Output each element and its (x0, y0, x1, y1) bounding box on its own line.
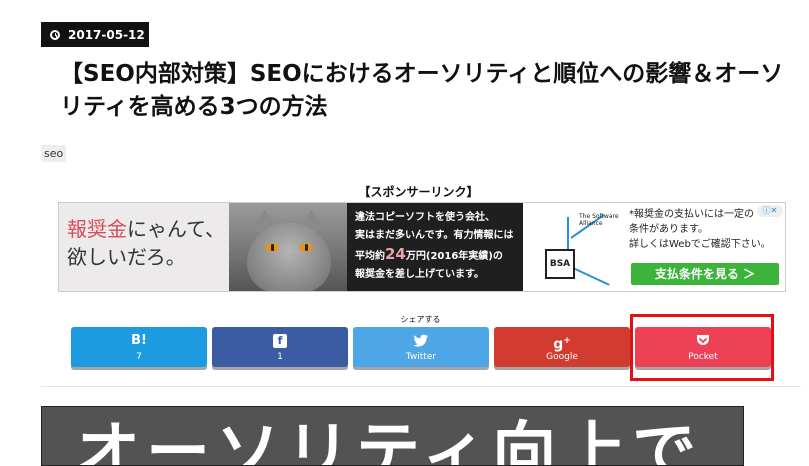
ad-mid-line4: 報奨金を差し上げています。 (355, 269, 484, 280)
ad-headline-red: 報奨金 (67, 217, 127, 241)
bsa-tagline: The Software Alliance (579, 213, 619, 227)
sponsor-label: 【スポンサーリンク】 (358, 185, 479, 199)
share-button-facebook[interactable]: f 1 (212, 327, 348, 367)
pocket-highlight-box (630, 314, 774, 381)
bsa-logo: The Software Alliance BSA (527, 207, 623, 287)
facebook-count: 1 (277, 352, 283, 362)
post-date-badge: 2017-05-12 (41, 22, 149, 47)
ad-right-line3: 詳しくはWebでご確認下さい。 (629, 239, 771, 250)
bsa-logo-text: BSA (545, 249, 575, 279)
share-button-google[interactable]: g+ Google (494, 327, 630, 367)
hatena-icon: B! (131, 333, 147, 348)
adchoices-icon[interactable]: ⓘ✕ (757, 205, 783, 217)
ad-headline-line2: 欲しいだろ。 (67, 245, 186, 269)
google-plus-icon: g+ (553, 336, 571, 353)
divider (41, 386, 801, 387)
ad-cta-button[interactable]: 支払条件を見る ＞ (631, 263, 779, 285)
cat-image (229, 203, 347, 291)
post-title: 【SEO内部対策】SEOにおけるオーソリティと順位への影響＆オーソリティを高める… (60, 61, 784, 120)
ad-headline-rest: にゃんて、 (127, 217, 225, 241)
post-date: 2017-05-12 (68, 27, 145, 42)
tag-link[interactable]: seo (41, 145, 67, 162)
facebook-icon: f (212, 331, 348, 351)
share-button-hatena[interactable]: B! 7 (71, 327, 207, 367)
ad-right-line2: 条件があります。 (629, 224, 708, 235)
ad-body-text: 違法コピーソフトを使う会社、 実はまだ多いんです。有力情報には 平均約24万円(… (347, 203, 523, 291)
ad-mid-line3: 平均約24万円(2016年実績)の (355, 245, 503, 263)
hatena-count: 7 (136, 352, 142, 362)
clock-icon (50, 29, 60, 40)
ad-headline: 報奨金にゃんて、 欲しいだろ。 (59, 203, 229, 291)
google-label: Google (546, 352, 578, 362)
twitter-label: Twitter (405, 352, 437, 362)
hero-text: オーソリティ向上で (76, 416, 703, 466)
twitter-bird-icon (353, 331, 489, 351)
share-button-twitter[interactable]: Twitter (353, 327, 489, 367)
ad-mid-line1: 違法コピーソフトを使う会社、 (355, 212, 495, 223)
ad-mid-line2: 実はまだ多いんです。有力情報には (355, 230, 514, 241)
hero-image: オーソリティ向上で (41, 406, 744, 466)
ad-banner[interactable]: 報奨金にゃんて、 欲しいだろ。 違法コピーソフトを使う会社、 実はまだ多いんです… (58, 202, 786, 292)
